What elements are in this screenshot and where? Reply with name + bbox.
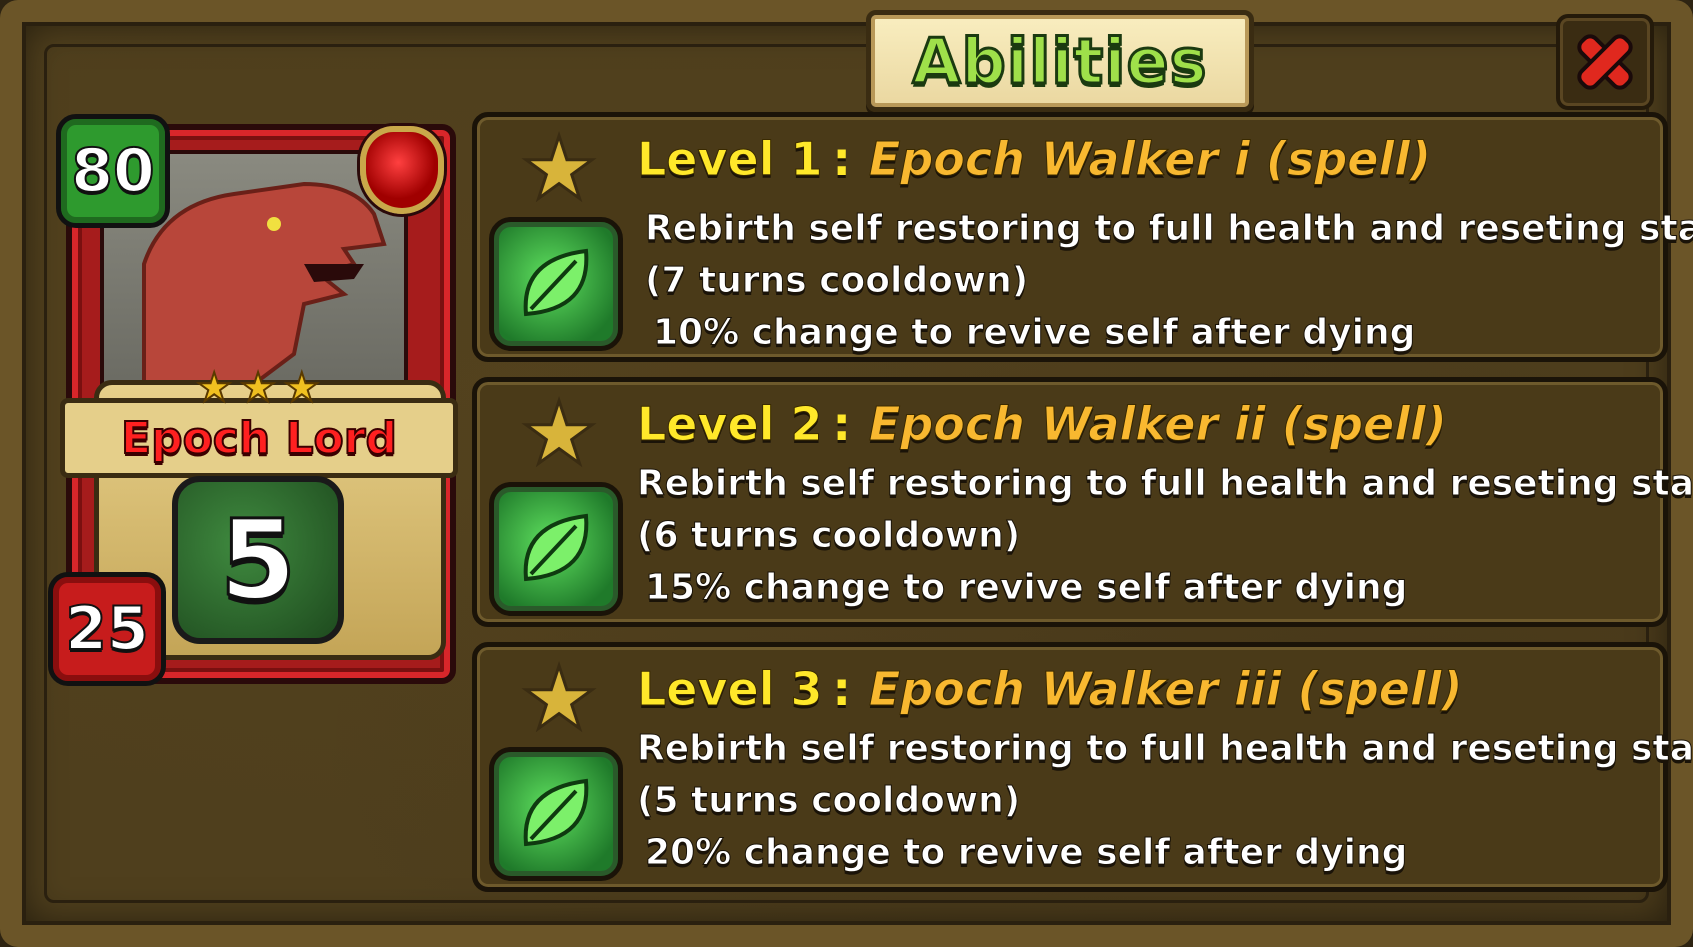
ability-revive: 15% change to revive self after dying bbox=[644, 567, 1408, 609]
leaf-icon bbox=[489, 747, 623, 881]
ability-description: Rebirth self restoring to full health an… bbox=[637, 728, 1693, 770]
ability-panel-2: ★ Level 2: Epoch Walker ii (spell) Rebirt… bbox=[472, 377, 1693, 627]
level-star-icon: ★ bbox=[519, 384, 599, 484]
close-button[interactable] bbox=[1556, 14, 1654, 110]
leaf-icon bbox=[489, 217, 623, 351]
ability-revive: 10% change to revive self after dying bbox=[652, 312, 1416, 354]
attack-badge: 25 bbox=[48, 572, 166, 686]
ability-panel-3: ★ Level 3: Epoch Walker iii (spell) Rebir… bbox=[472, 642, 1693, 892]
ability-name: Epoch Walker i (spell) bbox=[868, 132, 1432, 187]
health-badge: 80 bbox=[56, 114, 170, 228]
element-cost-badge: 5 bbox=[172, 476, 344, 644]
card-stars: ★ ★ ★ bbox=[178, 365, 338, 411]
close-x-icon bbox=[1577, 34, 1633, 90]
ability-name: Epoch Walker iii (spell) bbox=[868, 662, 1463, 717]
ability-title: Level 1: Epoch Walker i (spell) bbox=[636, 132, 1432, 187]
star-icon: ★ bbox=[283, 365, 321, 411]
ability-cooldown: (7 turns cooldown) bbox=[644, 260, 1029, 302]
level-star-icon: ★ bbox=[519, 119, 599, 219]
card-name: Epoch Lord bbox=[120, 412, 398, 465]
rarity-shield-icon bbox=[360, 126, 444, 214]
ability-title: Level 3: Epoch Walker iii (spell) bbox=[636, 662, 1463, 717]
ability-cooldown: (6 turns cooldown) bbox=[636, 515, 1021, 557]
title-banner: Abilities bbox=[866, 10, 1254, 112]
ability-description: Rebirth self restoring to full health an… bbox=[637, 463, 1693, 505]
ability-title: Level 2: Epoch Walker ii (spell) bbox=[636, 397, 1447, 452]
level-star-icon: ★ bbox=[519, 649, 599, 749]
star-icon: ★ bbox=[195, 365, 233, 411]
leaf-icon bbox=[489, 482, 623, 616]
ability-cooldown: (5 turns cooldown) bbox=[636, 780, 1021, 822]
card-cost: 5 bbox=[218, 495, 298, 626]
ability-description: Rebirth self restoring to full health an… bbox=[645, 208, 1693, 250]
window-title: Abilities bbox=[911, 23, 1208, 99]
ability-panel-1: ★ Level 1: Epoch Walker i (spell) Rebirth… bbox=[472, 112, 1693, 362]
ability-level: Level 2 bbox=[636, 397, 823, 452]
ability-level: Level 1 bbox=[636, 132, 823, 187]
ability-level: Level 3 bbox=[636, 662, 823, 717]
ability-name: Epoch Walker ii (spell) bbox=[868, 397, 1447, 452]
ability-revive: 20% change to revive self after dying bbox=[644, 832, 1408, 874]
star-icon: ★ bbox=[239, 365, 277, 411]
